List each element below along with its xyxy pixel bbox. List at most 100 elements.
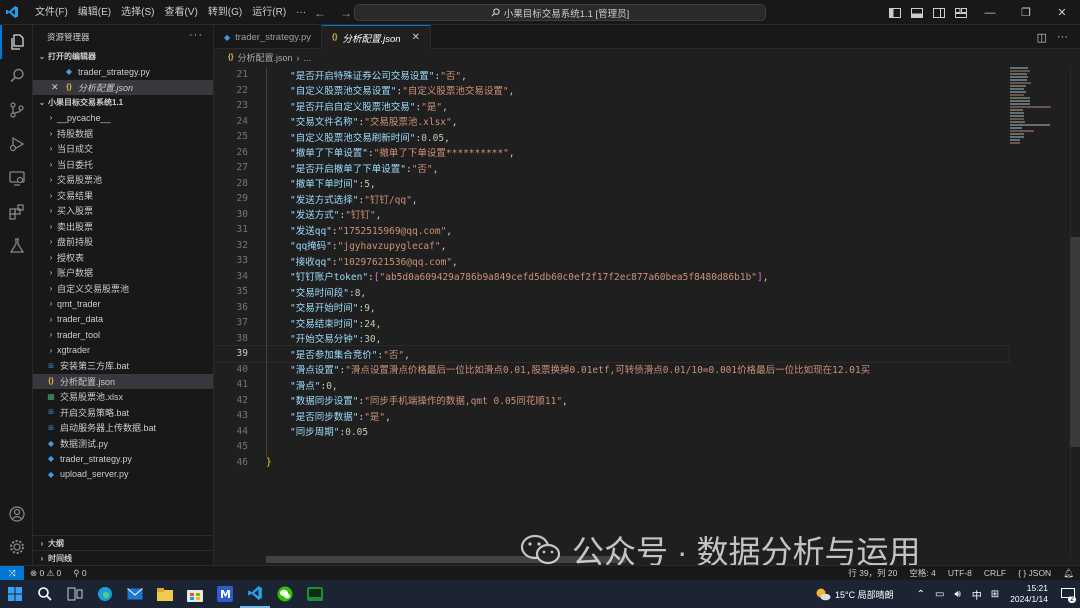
notifications-bell-icon[interactable]: 🔔︎ bbox=[1057, 568, 1080, 579]
customize-layout-icon[interactable] bbox=[953, 7, 969, 19]
close-tab-icon[interactable]: ✕ bbox=[412, 32, 420, 43]
vertical-scroll-thumb[interactable] bbox=[1070, 237, 1080, 447]
toggle-sidebar-icon[interactable] bbox=[887, 7, 903, 19]
volume-icon[interactable]: 🔊︎ bbox=[949, 589, 965, 600]
vertical-scrollbar[interactable] bbox=[1070, 67, 1080, 557]
input-method-icon[interactable]: ⊞ bbox=[988, 589, 1002, 600]
indentation[interactable]: 空格: 4 bbox=[903, 567, 941, 579]
account-icon[interactable] bbox=[0, 497, 33, 531]
folder-item[interactable]: › trader_data bbox=[33, 312, 213, 328]
more-actions-icon[interactable]: ··· bbox=[1057, 31, 1068, 44]
forward-arrow-icon[interactable]: → bbox=[340, 6, 352, 20]
file-item[interactable]: ⊞ 安装第三方库.bat bbox=[33, 358, 213, 374]
file-item[interactable]: ◆ upload_server.py bbox=[33, 467, 213, 483]
input-language[interactable]: 中 bbox=[966, 587, 988, 602]
folder-item[interactable]: › 当日委托 bbox=[33, 157, 213, 173]
file-item[interactable]: {} 分析配置.json bbox=[33, 373, 213, 389]
source-control-icon[interactable] bbox=[0, 93, 33, 127]
open-editors-section[interactable]: ⌄ 打开的编辑器 bbox=[33, 49, 213, 64]
run-debug-icon[interactable] bbox=[0, 127, 33, 161]
remote-explorer-icon[interactable] bbox=[0, 161, 33, 195]
remote-indicator-icon[interactable]: ⤨ bbox=[0, 565, 24, 581]
code-view[interactable]: 21 "是否开启特殊证券公司交易设置":"否", 22 "自定义股票池交易设置":"自… bbox=[213, 67, 1010, 557]
mail-icon[interactable] bbox=[120, 580, 150, 608]
folder-item[interactable]: › 当日成交 bbox=[33, 141, 213, 157]
file-item[interactable]: ◆ 数据测试.py bbox=[33, 436, 213, 452]
breadcrumb-more[interactable]: ... bbox=[303, 53, 311, 63]
menu-go[interactable]: 转到(G) bbox=[203, 0, 247, 25]
code-text: "交易结束时间":24, bbox=[290, 316, 381, 330]
more-actions-icon[interactable]: ··· bbox=[189, 29, 203, 41]
open-editor-item[interactable]: ◆ trader_strategy.py bbox=[33, 64, 213, 80]
file-item[interactable]: ▦ 交易股票池.xlsx bbox=[33, 389, 213, 405]
breadcrumb-file[interactable]: 分析配置.json bbox=[237, 51, 292, 64]
project-section[interactable]: ⌄ 小果目标交易系统1.1 bbox=[33, 95, 213, 110]
wechat-icon[interactable] bbox=[270, 580, 300, 608]
menu-run[interactable]: 运行(R) bbox=[247, 0, 291, 25]
back-arrow-icon[interactable]: ← bbox=[314, 6, 326, 20]
task-view-icon[interactable] bbox=[60, 580, 90, 608]
clock[interactable]: 15:21 2024/1/14 bbox=[1002, 583, 1056, 605]
cursor-position[interactable]: 行 39，列 20 bbox=[842, 567, 903, 579]
language-mode[interactable]: { } JSON bbox=[1012, 568, 1057, 578]
file-item[interactable]: ⊞ 开启交易策略.bat bbox=[33, 405, 213, 421]
close-window-icon[interactable]: ✕ bbox=[1044, 0, 1080, 25]
vscode-taskbar-icon[interactable] bbox=[240, 580, 270, 608]
menu-view[interactable]: 查看(V) bbox=[159, 0, 202, 25]
folder-item[interactable]: › 持股数据 bbox=[33, 126, 213, 142]
file-item[interactable]: ◆ trader_strategy.py bbox=[33, 451, 213, 467]
folder-item[interactable]: › xgtrader bbox=[33, 343, 213, 359]
minimap[interactable] bbox=[1010, 67, 1066, 144]
folder-item[interactable]: › 自定义交易股票池 bbox=[33, 281, 213, 297]
tab-config-json[interactable]: {} 分析配置.json ✕ bbox=[322, 25, 431, 49]
split-editor-icon[interactable]: ◫ bbox=[1037, 31, 1047, 44]
search-icon[interactable] bbox=[0, 59, 33, 93]
folder-item[interactable]: › qmt_trader bbox=[33, 296, 213, 312]
folder-item[interactable]: › 账户数据 bbox=[33, 265, 213, 281]
folder-item[interactable]: › 卖出股票 bbox=[33, 219, 213, 235]
weather-widget[interactable]: 15°C 局部晴朗 bbox=[815, 587, 894, 601]
edge-browser-icon[interactable] bbox=[90, 580, 120, 608]
extensions-icon[interactable] bbox=[0, 195, 33, 229]
network-icon[interactable]: ▭ bbox=[930, 589, 949, 600]
command-center-search[interactable]: 小果目标交易系统1.1 [管理员] bbox=[354, 4, 766, 21]
menu-edit[interactable]: 编辑(E) bbox=[73, 0, 116, 25]
encoding[interactable]: UTF-8 bbox=[942, 568, 978, 578]
open-editor-item-active[interactable]: ✕ {} 分析配置.json bbox=[33, 79, 213, 95]
file-explorer-icon[interactable] bbox=[150, 580, 180, 608]
folder-item[interactable]: › 授权表 bbox=[33, 250, 213, 266]
explorer-icon[interactable] bbox=[0, 25, 33, 59]
menu-selection[interactable]: 选择(S) bbox=[116, 0, 159, 25]
terminal-app-icon[interactable] bbox=[300, 580, 330, 608]
toggle-secondary-sidebar-icon[interactable] bbox=[931, 7, 947, 19]
end-of-line[interactable]: CRLF bbox=[978, 568, 1012, 578]
taskbar-search-icon[interactable] bbox=[30, 580, 60, 608]
settings-gear-icon[interactable] bbox=[0, 530, 33, 564]
close-editor-icon[interactable]: ✕ bbox=[51, 82, 63, 93]
tab-trader-strategy[interactable]: ◆ trader_strategy.py bbox=[214, 25, 323, 49]
outline-section[interactable]: › 大纲 bbox=[33, 535, 214, 550]
testing-icon[interactable] bbox=[0, 229, 33, 263]
toggle-panel-icon[interactable] bbox=[909, 7, 925, 19]
folder-item[interactable]: › 买入股票 bbox=[33, 203, 213, 219]
folder-item[interactable]: › __pycache__ bbox=[33, 110, 213, 126]
chevron-up-icon[interactable]: ⌃ bbox=[912, 589, 930, 600]
minimize-icon[interactable]: — bbox=[972, 0, 1008, 25]
menu-bar: 文件(F) 编辑(E) 选择(S) 查看(V) 转到(G) 运行(R) ··· bbox=[30, 0, 311, 25]
start-windows-icon[interactable] bbox=[0, 580, 30, 608]
app-m-icon[interactable]: M bbox=[210, 580, 240, 608]
ports-indicator[interactable]: ⚲ 0 bbox=[67, 568, 92, 579]
folder-item[interactable]: › 交易结果 bbox=[33, 188, 213, 204]
folder-item[interactable]: › trader_tool bbox=[33, 327, 213, 343]
menu-more[interactable]: ··· bbox=[291, 0, 311, 25]
folder-item[interactable]: › 盘前持股 bbox=[33, 234, 213, 250]
menu-file[interactable]: 文件(F) bbox=[30, 0, 73, 25]
folder-item[interactable]: › 交易股票池 bbox=[33, 172, 213, 188]
json-comma: , bbox=[375, 210, 382, 222]
timeline-section[interactable]: › 时间线 bbox=[33, 550, 214, 565]
store-icon[interactable] bbox=[180, 580, 210, 608]
file-item[interactable]: ⊞ 启动服务器上传数据.bat bbox=[33, 420, 213, 436]
restore-icon[interactable]: ❐ bbox=[1008, 0, 1044, 25]
problems-indicator[interactable]: ⊗ 0 ⚠ 0 bbox=[24, 568, 67, 579]
notification-center[interactable]: 2 bbox=[1056, 580, 1080, 608]
